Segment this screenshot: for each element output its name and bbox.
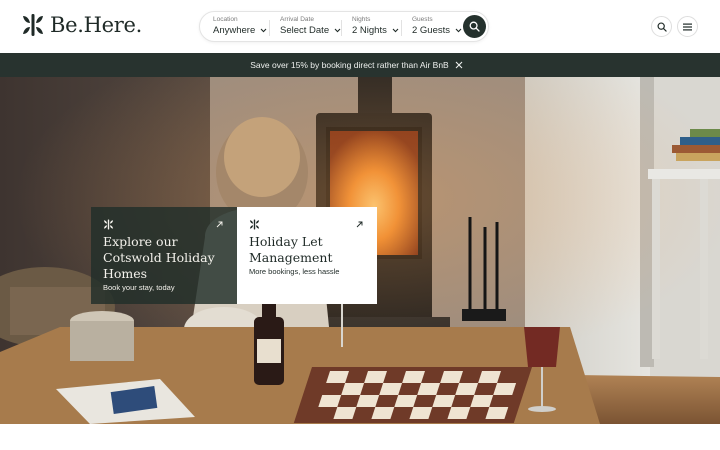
arrival-label: Arrival Date — [280, 16, 314, 23]
site-header: Be.Here. Location Anywhere Arrival Date … — [0, 0, 720, 53]
nights-label: Nights — [352, 16, 371, 23]
search-submit-button[interactable] — [463, 15, 486, 38]
divider — [269, 20, 270, 36]
guests-label: Guests — [412, 16, 433, 23]
location-field[interactable]: Location Anywhere — [213, 15, 267, 40]
logo-mark-icon — [23, 14, 43, 36]
chevron-down-icon — [392, 28, 399, 33]
card-title: Holiday Let Management — [249, 234, 333, 265]
nights-field[interactable]: Nights 2 Nights — [352, 15, 399, 40]
promo-close-button[interactable] — [453, 59, 465, 71]
nights-value: 2 Nights — [352, 25, 387, 36]
hero-section: Explore our Cotswold Holiday Homes Book … — [0, 77, 720, 424]
header-search-button[interactable] — [651, 16, 672, 37]
brand-logo[interactable]: Be.Here. — [22, 13, 142, 37]
divider — [401, 20, 402, 36]
location-value: Anywhere — [213, 25, 256, 36]
chevron-down-icon — [455, 28, 462, 33]
arrival-value: Select Date — [280, 25, 330, 36]
card-subtitle: More bookings, less hassle — [249, 267, 340, 276]
brand-name: Be.Here. — [50, 13, 143, 37]
search-icon — [469, 21, 480, 32]
card-subtitle: Book your stay, today — [103, 283, 175, 292]
promo-text: Save over 15% by booking direct rather t… — [250, 60, 449, 70]
logo-mark-icon — [249, 219, 260, 230]
chevron-down-icon — [260, 28, 267, 33]
menu-button[interactable] — [677, 16, 698, 37]
divider — [341, 20, 342, 36]
guests-value: 2 Guests — [412, 25, 451, 36]
search-icon — [656, 21, 667, 32]
guests-field[interactable]: Guests 2 Guests — [412, 15, 462, 40]
card-title: Explore our Cotswold Holiday Homes — [103, 234, 215, 281]
arrow-up-right-icon — [216, 221, 223, 228]
explore-homes-card[interactable]: Explore our Cotswold Holiday Homes Book … — [91, 207, 237, 304]
holiday-let-management-card[interactable]: Holiday Let Management More bookings, le… — [237, 207, 377, 304]
location-label: Location — [213, 16, 238, 23]
arrival-date-field[interactable]: Arrival Date Select Date — [280, 15, 341, 40]
arrow-up-right-icon — [356, 221, 363, 228]
logo-mark-icon — [103, 219, 114, 230]
close-icon — [455, 61, 463, 69]
promo-banner: Save over 15% by booking direct rather t… — [0, 53, 720, 77]
booking-search-bar: Location Anywhere Arrival Date Select Da… — [199, 11, 489, 42]
hamburger-menu-icon — [683, 23, 692, 30]
